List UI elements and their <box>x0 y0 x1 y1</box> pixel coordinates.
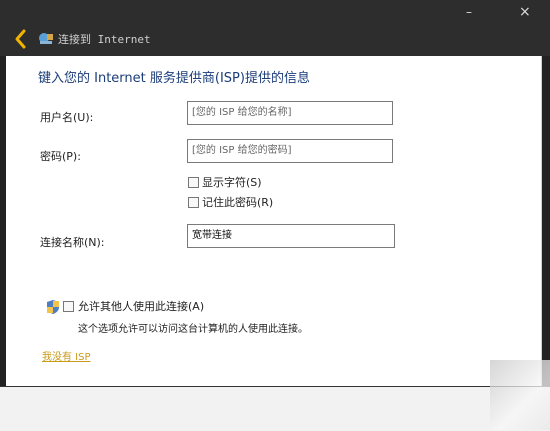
allow-others-description: 这个选项允许可以访问这台计算机的人使用此连接。 <box>78 324 308 335</box>
connection-name-label: 连接名称(N): <box>40 236 105 249</box>
username-input[interactable]: [您的 ISP 给您的名称] <box>187 101 393 125</box>
username-label: 用户名(U): <box>40 111 94 124</box>
page-heading: 键入您的 Internet 服务提供商(ISP)提供的信息 <box>38 71 310 86</box>
show-characters-label[interactable]: 显示字符(S) <box>202 174 262 190</box>
decorative-corner <box>490 360 550 430</box>
security-shield-icon <box>47 300 59 314</box>
allow-others-label[interactable]: 允许其他人使用此连接(A) <box>78 298 204 314</box>
connect-internet-window: – × 连接到 Internet 键入您的 Internet 服务提供商(ISP… <box>0 0 550 431</box>
remember-password-checkbox[interactable] <box>188 197 199 208</box>
show-characters-checkbox[interactable] <box>188 177 199 188</box>
allow-others-checkbox[interactable] <box>63 301 74 312</box>
network-icon <box>39 33 53 44</box>
close-button[interactable]: × <box>519 5 531 19</box>
password-label: 密码(P): <box>40 150 81 163</box>
password-input[interactable]: [您的 ISP 给您的密码] <box>187 139 393 163</box>
form-panel: 键入您的 Internet 服务提供商(ISP)提供的信息 用户名(U): [您… <box>6 56 542 386</box>
title-bar: – × 连接到 Internet <box>0 0 550 56</box>
footer-bar <box>0 386 550 431</box>
minimize-button[interactable]: – <box>466 6 472 18</box>
no-isp-link[interactable]: 我没有 ISP <box>42 348 91 363</box>
remember-password-label[interactable]: 记住此密码(R) <box>202 194 273 210</box>
window-title: 连接到 Internet <box>58 33 151 46</box>
back-arrow-icon[interactable] <box>10 28 32 50</box>
connection-name-input[interactable]: 宽带连接 <box>187 224 395 248</box>
